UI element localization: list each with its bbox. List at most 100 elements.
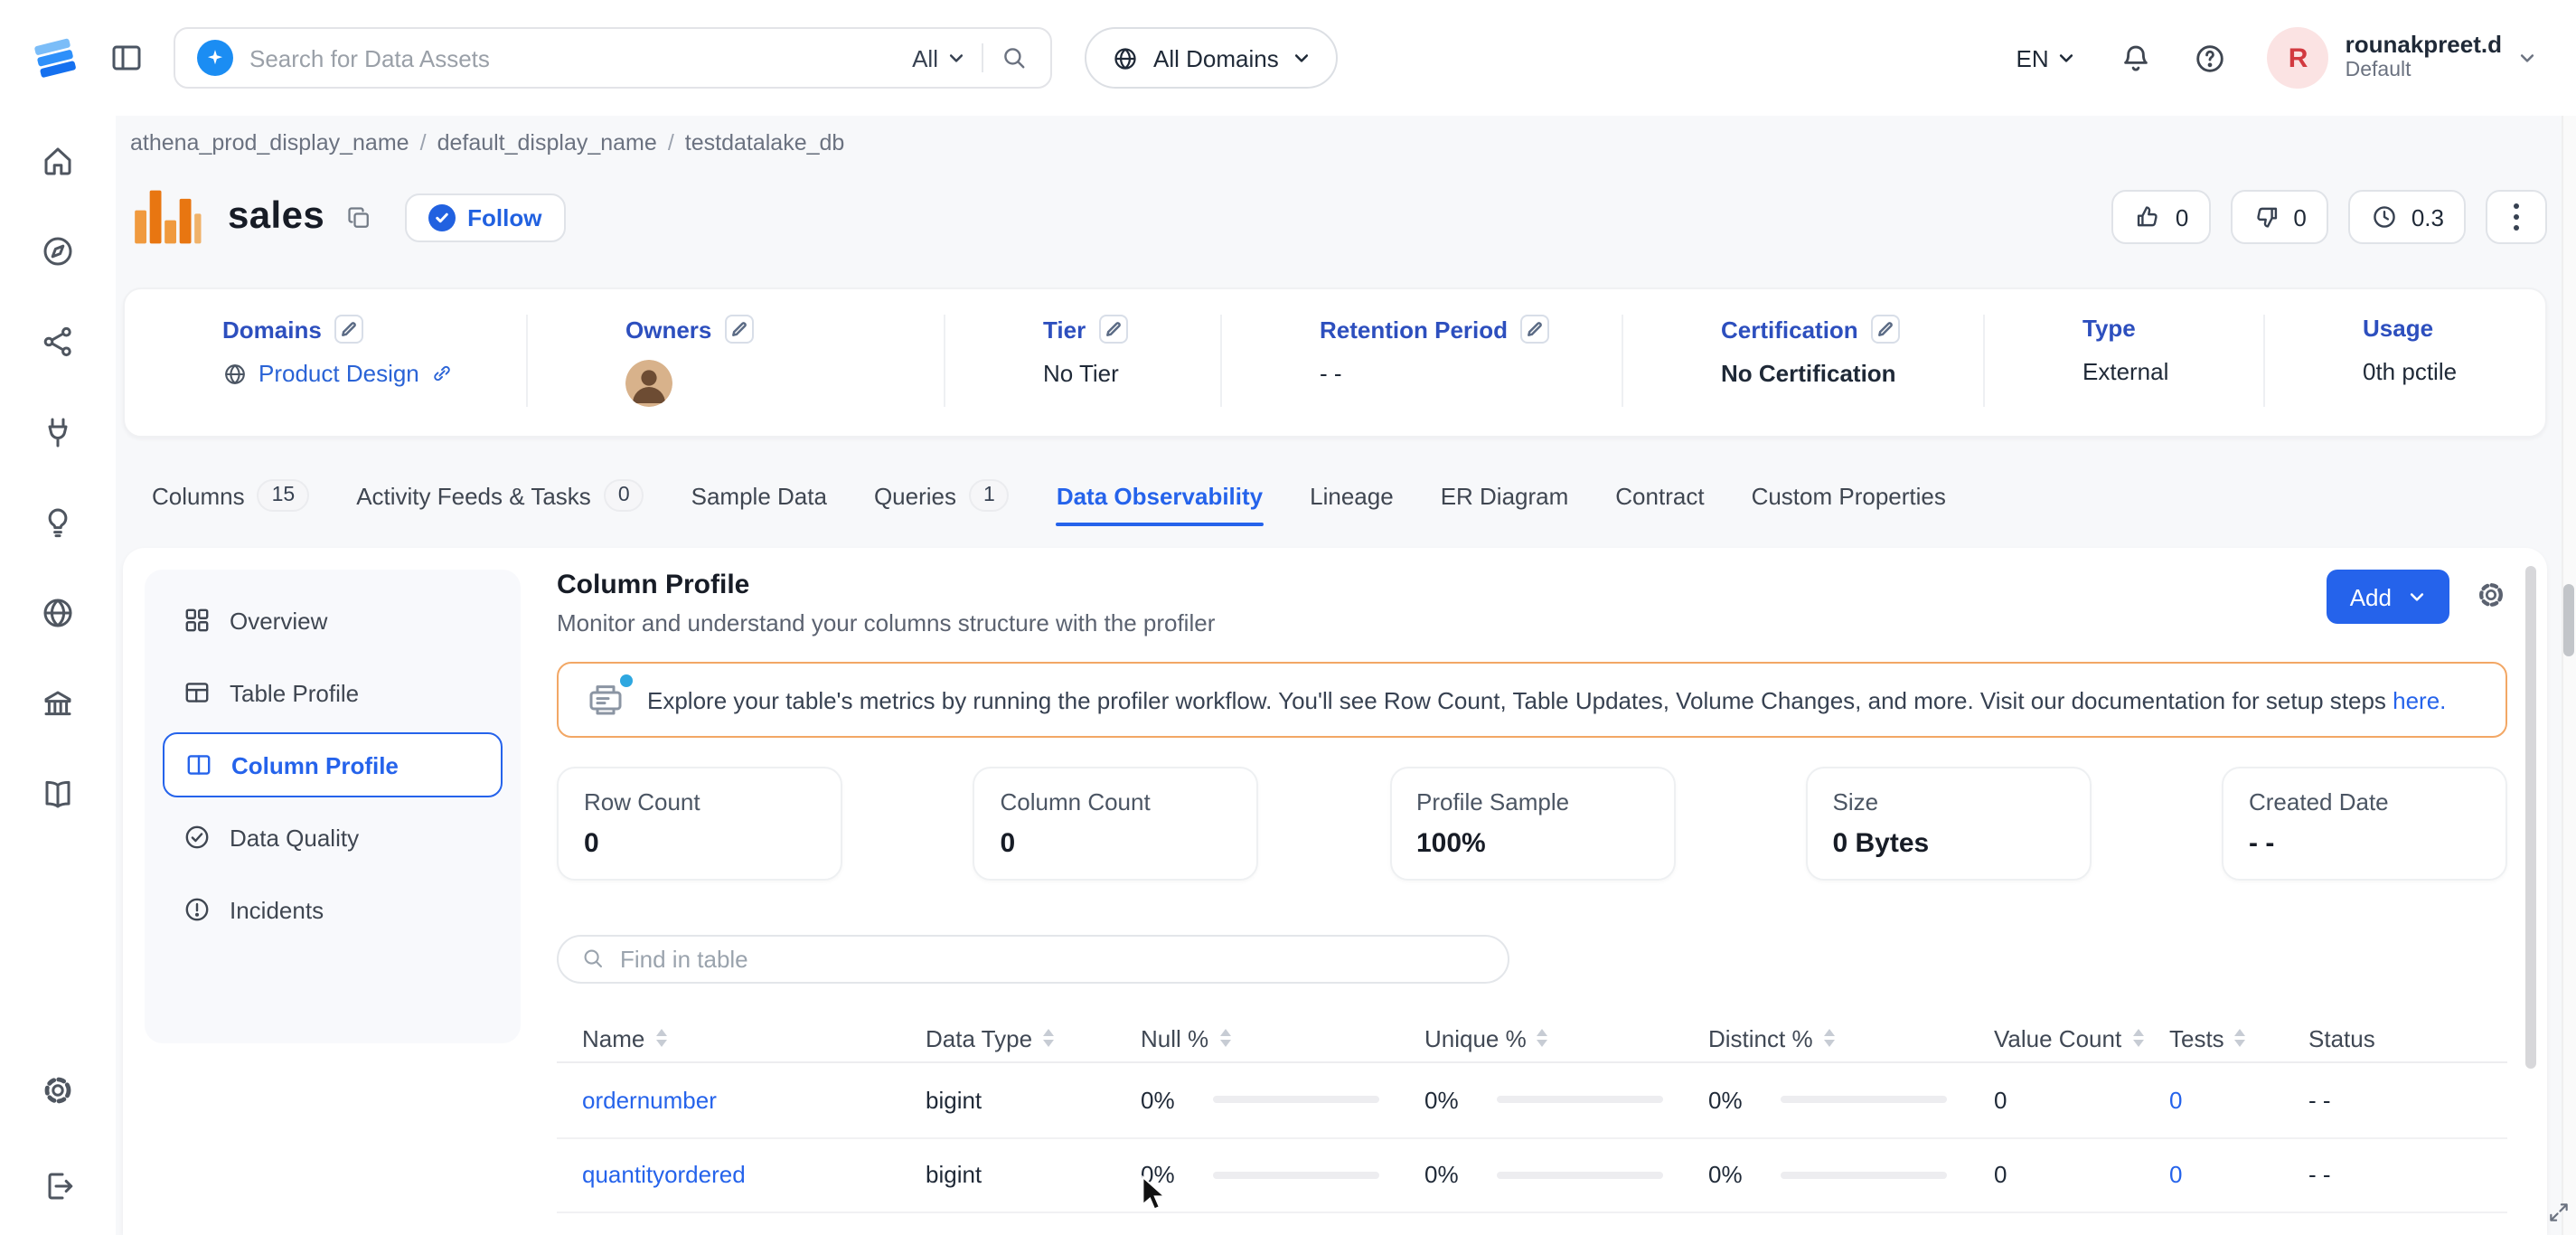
tab-custom-properties[interactable]: Custom Properties (1752, 468, 1946, 523)
alert-circle-icon (183, 895, 212, 924)
govern-bank-icon[interactable] (40, 685, 76, 721)
tab-activity-feeds[interactable]: Activity Feeds & Tasks 0 (356, 468, 644, 523)
breadcrumb-item[interactable]: default_display_name (437, 130, 657, 156)
stat-value: 100% (1416, 828, 1648, 859)
expand-resize-icon[interactable] (2547, 1201, 2571, 1224)
logout-icon[interactable] (40, 1168, 76, 1204)
sidebar-toggle-icon[interactable] (108, 40, 145, 76)
chevron-down-icon (947, 49, 965, 67)
unique-pct-bar (1497, 1172, 1663, 1179)
global-search-bar[interactable]: All (174, 27, 1052, 89)
breadcrumb-item[interactable]: testdatalake_db (685, 130, 845, 156)
tests-link[interactable]: 0 (2169, 1162, 2308, 1189)
ai-sparkle-icon[interactable] (197, 40, 233, 76)
more-options-button[interactable] (2486, 190, 2547, 244)
card-scrollbar-thumb[interactable] (2525, 566, 2536, 1069)
tab-columns[interactable]: Columns 15 (152, 468, 309, 523)
unique-pct-value: 0% (1424, 1162, 1497, 1189)
user-team: Default (2346, 60, 2502, 85)
sort-icon[interactable] (655, 1029, 666, 1047)
avatar-initial: R (2289, 42, 2308, 73)
upvote-button[interactable]: 0 (2112, 190, 2210, 244)
settings-gear-icon[interactable] (40, 1072, 76, 1114)
divider (982, 43, 983, 72)
edit-pencil-icon[interactable] (334, 315, 363, 344)
sort-icon[interactable] (1219, 1029, 1230, 1047)
subnav-data-quality[interactable]: Data Quality (163, 805, 503, 870)
tab-contract[interactable]: Contract (1615, 468, 1704, 523)
search-input[interactable] (249, 44, 896, 71)
tab-label: Data Observability (1057, 482, 1263, 509)
subnav-table-profile[interactable]: Table Profile (163, 660, 503, 725)
sort-icon[interactable] (2132, 1029, 2143, 1047)
page-scrollbar[interactable] (2562, 116, 2576, 1235)
domain-value-link[interactable]: Product Design (259, 360, 419, 387)
distinct-pct-value: 0% (1708, 1087, 1781, 1114)
tab-queries[interactable]: Queries 1 (874, 468, 1010, 523)
owner-avatar[interactable] (625, 360, 672, 407)
breadcrumb-item[interactable]: athena_prod_display_name (130, 130, 409, 156)
service-plug-icon[interactable] (40, 414, 76, 450)
user-menu[interactable]: R rounakpreet.d Default (2268, 27, 2536, 89)
copy-icon[interactable] (344, 203, 371, 231)
glossary-book-icon[interactable] (40, 776, 76, 812)
value-count-cell: 0 (1994, 1162, 2169, 1189)
columns-table-header: Name Data Type Null % Unique % Distinct … (557, 1014, 2507, 1064)
tests-link[interactable]: 0 (2169, 1087, 2308, 1114)
add-button[interactable]: Add (2327, 570, 2449, 624)
edit-pencil-icon[interactable] (1871, 315, 1900, 344)
notifications-bell-icon[interactable] (2120, 41, 2154, 75)
subnav-overview[interactable]: Overview (163, 588, 503, 653)
explore-compass-icon[interactable] (40, 233, 76, 269)
tab-sample-data[interactable]: Sample Data (691, 468, 827, 523)
tab-lineage[interactable]: Lineage (1310, 468, 1394, 523)
follow-label: Follow (467, 203, 541, 231)
banner-here-link[interactable]: here. (2393, 686, 2446, 713)
edit-pencil-icon[interactable] (724, 315, 753, 344)
openmetadata-logo-icon[interactable] (29, 31, 83, 85)
find-in-table-search[interactable] (557, 935, 1509, 984)
history-clock-icon (2370, 203, 2399, 231)
tab-er-diagram[interactable]: ER Diagram (1441, 468, 1569, 523)
column-name-link[interactable]: quantityordered (557, 1162, 926, 1189)
sort-icon[interactable] (1537, 1029, 1548, 1047)
sort-icon[interactable] (1824, 1029, 1835, 1047)
help-icon[interactable] (2194, 41, 2228, 75)
profiler-settings-gear-icon[interactable] (2475, 578, 2507, 616)
search-scope-dropdown[interactable]: All (912, 44, 965, 71)
lineage-network-icon[interactable] (40, 324, 76, 360)
globe-icon (1112, 44, 1139, 71)
follow-button[interactable]: Follow (404, 193, 565, 241)
search-icon[interactable] (1000, 43, 1029, 72)
page-scrollbar-thumb[interactable] (2563, 584, 2574, 656)
unique-pct-value: 0% (1424, 1087, 1497, 1114)
insights-bulb-icon[interactable] (40, 504, 76, 541)
version-history-button[interactable]: 0.3 (2348, 190, 2466, 244)
language-dropdown[interactable]: EN (2017, 44, 2076, 71)
chevron-down-icon (1293, 49, 1312, 67)
edit-pencil-icon[interactable] (1098, 315, 1127, 344)
retention-value: - - (1320, 360, 1342, 387)
metadata-domains: Domains Product Design (125, 315, 526, 407)
column-name-link[interactable]: ordernumber (557, 1087, 926, 1114)
globe-icon (222, 361, 248, 386)
subnav-column-profile[interactable]: Column Profile (163, 732, 503, 797)
tab-count-badge: 15 (258, 478, 310, 513)
col-header-name: Name (582, 1024, 644, 1051)
find-in-table-input[interactable] (620, 946, 1486, 973)
tab-data-observability[interactable]: Data Observability (1057, 468, 1263, 523)
distinct-pct-bar (1781, 1172, 1947, 1179)
domains-globe-icon[interactable] (40, 595, 76, 631)
profile-stats-row: Row Count 0 Column Count 0 Profile Sampl… (557, 767, 2507, 881)
home-icon[interactable] (40, 143, 76, 179)
observability-subnav: Overview Table Profile Column Profile Da… (145, 570, 521, 1043)
stat-label: Size (1833, 788, 2064, 815)
sort-icon[interactable] (1043, 1029, 1054, 1047)
subnav-incidents[interactable]: Incidents (163, 877, 503, 942)
edit-pencil-icon[interactable] (1520, 315, 1549, 344)
downvote-button[interactable]: 0 (2230, 190, 2327, 244)
subnav-label: Column Profile (231, 751, 399, 778)
sort-icon[interactable] (2235, 1029, 2246, 1047)
user-name: rounakpreet.d (2346, 31, 2502, 61)
all-domains-dropdown[interactable]: All Domains (1085, 27, 1339, 89)
